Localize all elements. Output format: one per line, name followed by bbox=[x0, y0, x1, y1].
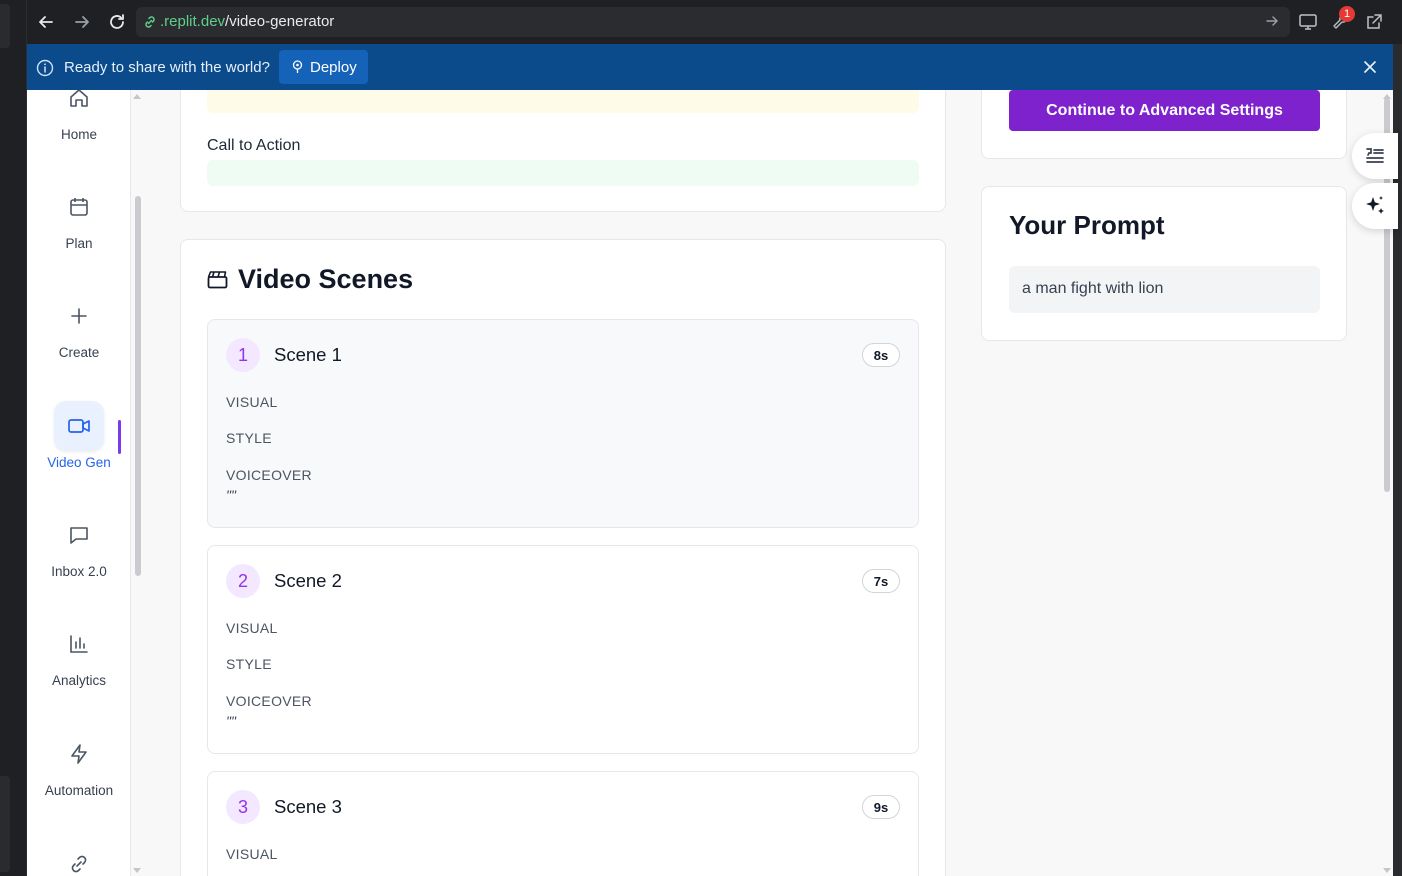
voiceover-label: VOICEOVER bbox=[226, 693, 312, 709]
notification-badge: 1 bbox=[1339, 6, 1355, 22]
video-scenes-title: Video Scenes bbox=[238, 264, 414, 294]
visual-label: VISUAL bbox=[226, 620, 278, 636]
info-icon bbox=[36, 59, 54, 82]
prompt-text: a man fight with lion bbox=[1009, 266, 1320, 313]
voiceover-label: VOICEOVER bbox=[226, 467, 312, 483]
cta-label: Call to Action bbox=[207, 137, 301, 154]
banner-message: Ready to share with the world? bbox=[64, 59, 270, 76]
active-indicator bbox=[118, 420, 121, 454]
voiceover-text: "" bbox=[226, 487, 236, 503]
duration-badge: 8s bbox=[862, 343, 900, 367]
scene-number: 1 bbox=[226, 338, 260, 372]
sidebar-label-automation: Automation bbox=[44, 783, 114, 798]
sidebar-label-inbox: Inbox 2.0 bbox=[51, 564, 107, 579]
voiceover-text: "" bbox=[226, 713, 236, 729]
close-icon[interactable] bbox=[1362, 59, 1378, 80]
visual-label: VISUAL bbox=[226, 394, 278, 410]
sidebar-label-create: Create bbox=[58, 345, 100, 360]
scene-card-3[interactable]: 3 Scene 3 9s VISUAL bbox=[207, 771, 919, 876]
home-icon bbox=[54, 90, 104, 123]
prompt-title: Your Prompt bbox=[1009, 210, 1165, 240]
scene-number: 2 bbox=[226, 564, 260, 598]
lightning-icon bbox=[54, 729, 104, 779]
sparkle-icon bbox=[1366, 196, 1384, 214]
sidebar-scroll-up[interactable] bbox=[133, 94, 141, 99]
sidebar-scrollbar[interactable] bbox=[135, 196, 141, 576]
link-icon bbox=[54, 839, 104, 876]
highlighted-field bbox=[207, 90, 919, 113]
scene-title: Scene 2 bbox=[274, 570, 342, 591]
forward-icon[interactable] bbox=[70, 10, 94, 34]
sidebar-scroll-down[interactable] bbox=[133, 868, 141, 873]
back-icon[interactable] bbox=[34, 10, 58, 34]
message-icon bbox=[54, 510, 104, 560]
deploy-label: Deploy bbox=[310, 58, 357, 76]
clapperboard-icon bbox=[207, 270, 228, 294]
scene-title: Scene 1 bbox=[274, 344, 342, 365]
sidebar-label-plan: Plan bbox=[65, 236, 93, 251]
link-secure-icon bbox=[142, 14, 158, 35]
sidebar-item-links[interactable] bbox=[27, 839, 131, 876]
scene-number: 3 bbox=[226, 790, 260, 824]
url-text[interactable]: .replit.dev/video-generator bbox=[160, 13, 334, 30]
sidebar-item-automation[interactable]: Automation bbox=[27, 729, 131, 798]
deploy-button[interactable]: Deploy bbox=[279, 50, 368, 84]
duration-badge: 7s bbox=[862, 569, 900, 593]
sidebar-item-home[interactable]: Home bbox=[27, 90, 131, 142]
quote-list-button[interactable] bbox=[1352, 133, 1398, 179]
monitor-icon[interactable] bbox=[1297, 11, 1319, 33]
sidebar-item-analytics[interactable]: Analytics bbox=[27, 619, 131, 688]
page-scroll-down[interactable] bbox=[1383, 868, 1391, 873]
ai-sparkle-button[interactable] bbox=[1352, 183, 1398, 229]
sidebar-label-analytics: Analytics bbox=[51, 673, 107, 688]
browser-left-edge bbox=[0, 0, 27, 876]
calendar-icon bbox=[54, 182, 104, 232]
deploy-icon bbox=[292, 60, 303, 73]
sidebar-item-video-gen[interactable]: Video Gen bbox=[27, 401, 131, 470]
video-camera-icon bbox=[54, 401, 104, 451]
reload-icon[interactable] bbox=[105, 10, 129, 34]
app-viewport: Home Plan Create Video Gen Inbox 2.0 Ana… bbox=[27, 90, 1393, 876]
go-arrow-icon[interactable] bbox=[1264, 13, 1280, 34]
visual-label: VISUAL bbox=[226, 846, 278, 862]
sidebar-item-inbox[interactable]: Inbox 2.0 bbox=[27, 510, 131, 579]
duration-badge: 9s bbox=[862, 795, 900, 819]
bar-chart-icon bbox=[54, 619, 104, 669]
sidebar-item-create[interactable]: Create bbox=[27, 291, 131, 360]
sidebar-label-home: Home bbox=[60, 127, 97, 142]
style-label: STYLE bbox=[226, 656, 272, 672]
scene-card-2[interactable]: 2 Scene 2 7s VISUAL STYLE VOICEOVER "" bbox=[207, 545, 919, 754]
continue-button[interactable]: Continue to Advanced Settings bbox=[1009, 90, 1320, 131]
quote-list-icon bbox=[1366, 148, 1384, 163]
scene-card-1[interactable]: 1 Scene 1 8s VISUAL STYLE VOICEOVER "" bbox=[207, 319, 919, 528]
open-external-icon[interactable] bbox=[1363, 11, 1385, 33]
url-path: /video-generator bbox=[225, 13, 335, 30]
cta-field bbox=[207, 160, 919, 186]
scene-title: Scene 3 bbox=[274, 796, 342, 817]
sidebar-label-video-gen: Video Gen bbox=[47, 455, 111, 470]
style-label: STYLE bbox=[226, 430, 272, 446]
url-host: .replit.dev bbox=[160, 13, 226, 30]
sidebar-item-plan[interactable]: Plan bbox=[27, 182, 131, 251]
plus-icon bbox=[54, 291, 104, 341]
